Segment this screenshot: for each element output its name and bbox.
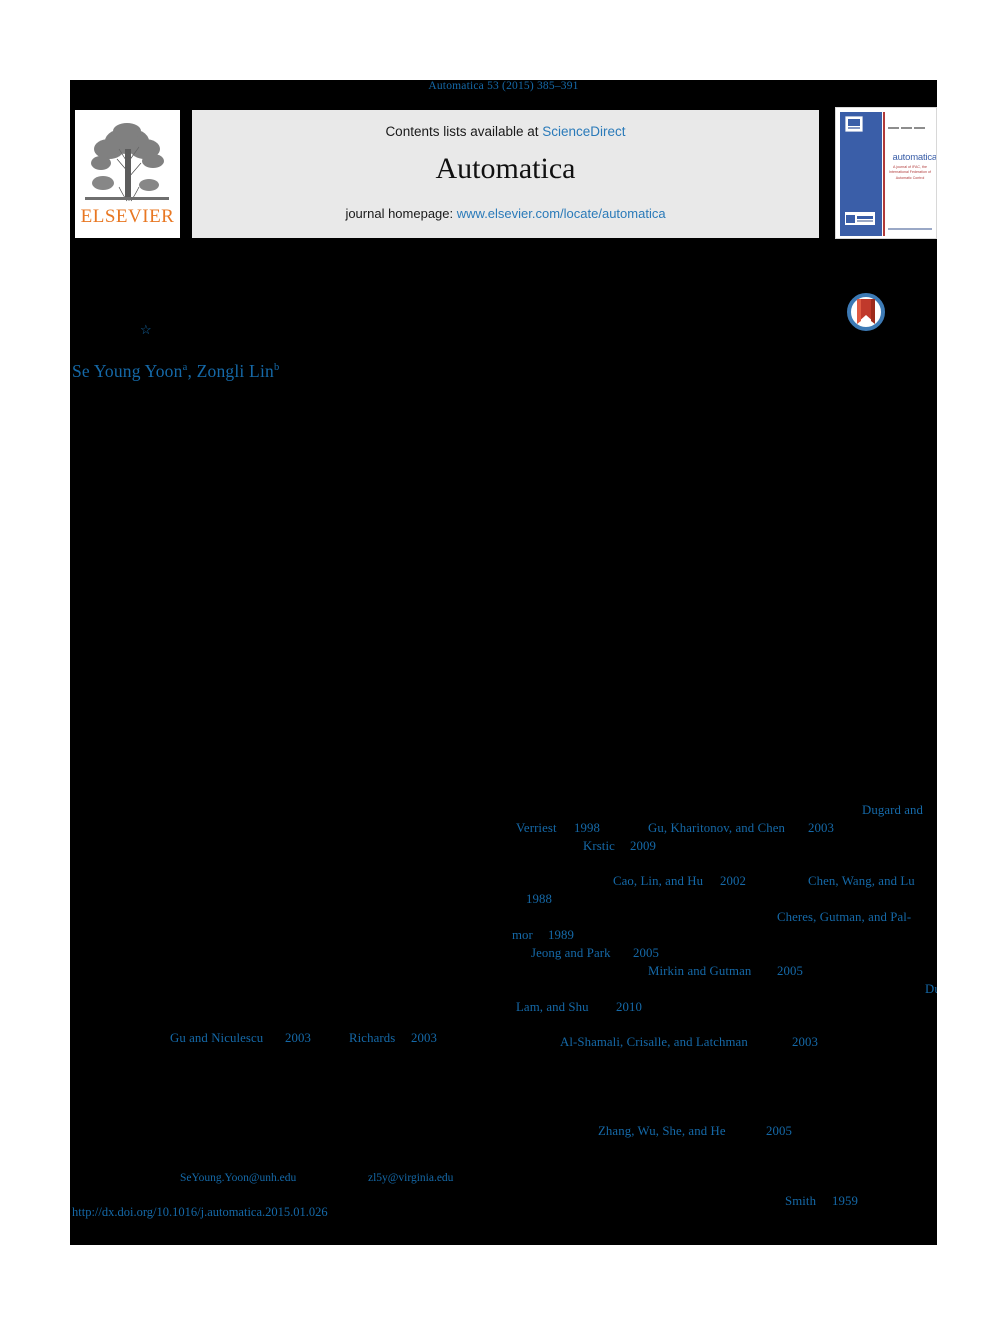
citation-link[interactable]: Krstic xyxy=(583,839,615,854)
article-page: Automatica 53 (2015) 385–391 ELSEVIER Co… xyxy=(70,80,937,1245)
contents-prefix: Contents lists available at xyxy=(385,124,543,139)
cover-journal-name: automatica xyxy=(892,152,937,163)
citation-link[interactable]: 1998 xyxy=(574,821,600,836)
citation-link[interactable]: Zhang, Wu, She, and He xyxy=(598,1124,726,1139)
author-name-1[interactable]: Se Young Yoon xyxy=(72,361,183,381)
elsevier-tree-icon xyxy=(83,115,171,205)
citation-link[interactable]: Du, xyxy=(925,982,937,997)
citation-link[interactable]: 2002 xyxy=(720,874,746,889)
citation-link[interactable]: 2005 xyxy=(777,964,803,979)
citation-link[interactable]: 2003 xyxy=(792,1035,818,1050)
citation-link[interactable]: 2005 xyxy=(766,1124,792,1139)
citation-link[interactable]: 2010 xyxy=(616,1000,642,1015)
title-footnote-marker[interactable]: ☆ xyxy=(140,323,152,336)
citation-link[interactable]: Richards xyxy=(349,1031,395,1046)
elsevier-logo: ELSEVIER xyxy=(75,110,180,238)
crossmark-badge[interactable] xyxy=(844,290,888,334)
cover-vertical-rule xyxy=(883,112,885,236)
author-separator: , xyxy=(187,361,197,381)
citation-link[interactable]: 1989 xyxy=(548,928,574,943)
contents-available-line: Contents lists available at ScienceDirec… xyxy=(192,124,819,139)
citation-link[interactable]: Cao, Lin, and Hu xyxy=(613,874,703,889)
citation-link[interactable]: 2009 xyxy=(630,839,656,854)
sciencedirect-link[interactable]: ScienceDirect xyxy=(542,124,625,139)
citation-link[interactable]: mor xyxy=(512,928,533,943)
citation-link[interactable]: Al-Shamali, Crisalle, and Latchman xyxy=(560,1035,748,1050)
homepage-prefix: journal homepage: xyxy=(345,206,457,221)
cover-journal-subtitle: A journal of IFAC, the International Fed… xyxy=(889,165,931,180)
author-email-1[interactable]: SeYoung.Yoon@unh.edu xyxy=(180,1172,296,1184)
journal-homepage-link[interactable]: www.elsevier.com/locate/automatica xyxy=(457,206,666,221)
author-email-2[interactable]: zl5y@virginia.edu xyxy=(368,1172,453,1184)
citation-link[interactable]: 2003 xyxy=(808,821,834,836)
citation-link[interactable]: Jeong and Park xyxy=(531,946,611,961)
author-name-2[interactable]: Zongli Lin xyxy=(197,361,274,381)
citation-link[interactable]: 2003 xyxy=(411,1031,437,1046)
citation-link[interactable]: Gu, Kharitonov, and Chen xyxy=(648,821,785,836)
citation-link[interactable]: 2003 xyxy=(285,1031,311,1046)
citation-link[interactable]: 1959 xyxy=(832,1194,858,1209)
citation-link[interactable]: Chen, Wang, and Lu xyxy=(808,874,915,889)
citation-link[interactable]: Mirkin and Gutman xyxy=(648,964,751,979)
journal-info-band: Contents lists available at ScienceDirec… xyxy=(192,110,819,238)
journal-cover-thumbnail: automatica A journal of IFAC, the Intern… xyxy=(835,107,937,239)
author-list: Se Young Yoona, Zongli Linb xyxy=(72,361,932,382)
author-affiliation-marker-2[interactable]: b xyxy=(274,362,279,373)
citation-link[interactable]: Verriest xyxy=(516,821,557,836)
citation-link[interactable]: Gu and Niculescu xyxy=(170,1031,263,1046)
citation-link[interactable]: 2005 xyxy=(633,946,659,961)
cover-elsevier-mark-icon xyxy=(844,115,864,133)
citation-link[interactable]: Cheres, Gutman, and Pal- xyxy=(777,910,911,925)
cover-ifac-mark-icon xyxy=(845,212,875,225)
cover-footer-rule xyxy=(888,228,932,230)
running-head: Automatica 53 (2015) 385–391 xyxy=(428,80,579,92)
doi-link[interactable]: http://dx.doi.org/10.1016/j.automatica.2… xyxy=(72,1205,328,1220)
journal-homepage-line: journal homepage: www.elsevier.com/locat… xyxy=(192,206,819,221)
elsevier-wordmark: ELSEVIER xyxy=(80,206,175,227)
journal-title: Automatica xyxy=(435,152,576,185)
cover-top-header-lines xyxy=(888,116,934,129)
citation-link[interactable]: Dugard and xyxy=(862,803,923,818)
citation-link[interactable]: Smith xyxy=(785,1194,816,1209)
journal-masthead: ELSEVIER Contents lists available at Sci… xyxy=(70,107,937,241)
citation-link[interactable]: Lam, and Shu xyxy=(516,1000,589,1015)
citation-link[interactable]: 1988 xyxy=(526,892,552,907)
